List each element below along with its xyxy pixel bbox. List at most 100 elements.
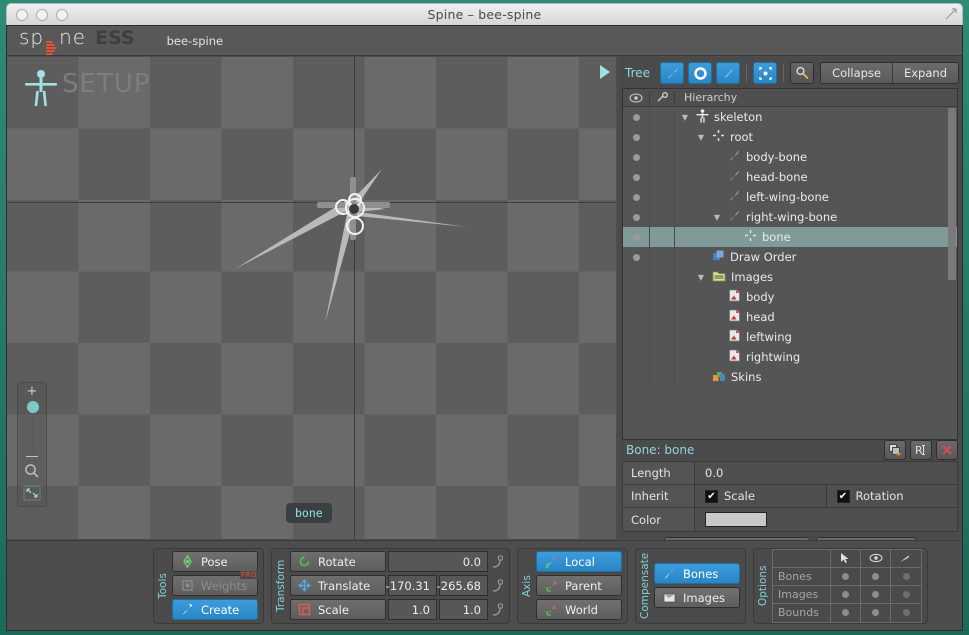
visibility-dot[interactable]: [633, 194, 640, 201]
expand-button[interactable]: Expand: [892, 63, 958, 83]
options-bones-select[interactable]: [831, 568, 861, 586]
tree-row-lock[interactable]: [649, 147, 675, 167]
tree-row-skins[interactable]: Skins: [623, 367, 957, 387]
pose-button[interactable]: Pose: [172, 551, 258, 572]
translate-x-field[interactable]: -170.31: [388, 575, 437, 596]
tree-row-images[interactable]: ▼Images: [623, 267, 957, 287]
tree-row-lock[interactable]: [649, 367, 675, 387]
options-bones-visible[interactable]: [861, 568, 891, 586]
visibility-dot[interactable]: [633, 234, 640, 241]
tree-row-lock[interactable]: [649, 287, 675, 307]
length-field[interactable]: 0.0: [695, 462, 957, 484]
axis-local-button[interactable]: Local: [536, 551, 622, 572]
twisty-down-icon[interactable]: ▼: [695, 273, 707, 282]
tree-row-right-wing-bone[interactable]: ▼right-wing-bone: [623, 207, 957, 227]
document-name[interactable]: bee-spine: [167, 34, 223, 48]
bone-gizmo[interactable]: [7, 57, 616, 539]
attachments-toggle[interactable]: [716, 62, 740, 84]
scale-label-button[interactable]: Scale: [290, 599, 386, 620]
visibility-dot[interactable]: [633, 214, 640, 221]
tree-row-visibility[interactable]: [623, 174, 649, 181]
tree-row-head[interactable]: head: [623, 307, 957, 327]
translate-y-field[interactable]: -265.68: [439, 575, 488, 596]
tree-row-visibility[interactable]: [623, 254, 649, 261]
tree-row-head-bone[interactable]: head-bone: [623, 167, 957, 187]
tree-row-lock[interactable]: [649, 247, 675, 267]
axis-world-button[interactable]: World: [536, 599, 622, 620]
tree-expand-controls[interactable]: Collapse Expand: [820, 62, 959, 84]
inherit-scale-checkbox[interactable]: ✔ Scale: [695, 485, 827, 507]
tree-row-rightwing[interactable]: rightwing: [623, 347, 957, 367]
bones-toggle[interactable]: [660, 62, 684, 84]
filter-toggle[interactable]: [790, 62, 814, 84]
editor-viewport[interactable]: SETUP: [7, 57, 616, 539]
tree-row-lock[interactable]: [649, 107, 675, 127]
viewport-zoom-rail[interactable]: + —: [17, 382, 47, 507]
tree-row-lock[interactable]: [649, 127, 675, 147]
visibility-dot[interactable]: [633, 154, 640, 161]
tree-rows-container[interactable]: ▼skeleton▼rootbody-bonehead-boneleft-win…: [623, 107, 957, 439]
twisty-down-icon[interactable]: ▼: [711, 213, 723, 222]
tree-row-visibility[interactable]: [623, 114, 649, 121]
scale-y-field[interactable]: 1.0: [439, 599, 488, 620]
tree-row-lock[interactable]: [649, 307, 675, 327]
scale-x-field[interactable]: 1.0: [388, 599, 437, 620]
tree-row-body[interactable]: body: [623, 287, 957, 307]
fit-to-view-icon[interactable]: [18, 485, 46, 501]
link-icon[interactable]: [490, 551, 504, 572]
tree-scrollbar-thumb[interactable]: [948, 108, 956, 280]
tree-row-visibility[interactable]: [623, 134, 649, 141]
tree-row-visibility[interactable]: [623, 154, 649, 161]
magnifier-icon[interactable]: [18, 463, 46, 479]
zoom-in-label[interactable]: +: [18, 384, 46, 399]
options-bounds-tag[interactable]: [891, 604, 921, 622]
compensate-images-button[interactable]: Images: [654, 587, 740, 608]
tree-row-visibility[interactable]: [623, 234, 649, 241]
options-images-tag[interactable]: [891, 586, 921, 604]
tree-row-lock[interactable]: [649, 347, 675, 367]
create-button[interactable]: Create: [172, 599, 258, 620]
weights-button[interactable]: Weights PRO: [172, 575, 258, 596]
zoom-slider-knob[interactable]: [27, 401, 39, 413]
rotate-label-button[interactable]: Rotate: [290, 551, 386, 572]
twisty-down-icon[interactable]: ▼: [679, 113, 691, 122]
tree-row-lock[interactable]: [649, 207, 675, 227]
color-swatch[interactable]: [705, 512, 767, 527]
compensate-bones-button[interactable]: Bones: [654, 563, 740, 584]
tree-row-skeleton[interactable]: ▼skeleton: [623, 107, 957, 127]
tree-list[interactable]: Hierarchy ▼skeleton▼rootbody-bonehead-bo…: [622, 88, 958, 440]
tree-row-visibility[interactable]: [623, 194, 649, 201]
tree-row-lock[interactable]: [649, 187, 675, 207]
tree-row-lock[interactable]: [649, 327, 675, 347]
tree-row-visibility[interactable]: [623, 214, 649, 221]
options-images-select[interactable]: [831, 586, 861, 604]
visibility-dot[interactable]: [633, 134, 640, 141]
tree-row-left-wing-bone[interactable]: left-wing-bone: [623, 187, 957, 207]
twisty-down-icon[interactable]: ▼: [695, 133, 707, 142]
spine-logo[interactable]: sp ne ESS: [19, 25, 135, 56]
delete-button[interactable]: [936, 440, 958, 460]
slots-toggle[interactable]: [688, 62, 712, 84]
tree-row-root[interactable]: ▼root: [623, 127, 957, 147]
options-bounds-select[interactable]: [831, 604, 861, 622]
options-images-visible[interactable]: [861, 586, 891, 604]
rename-button[interactable]: R: [910, 440, 932, 460]
visibility-dot[interactable]: [633, 174, 640, 181]
tree-row-lock[interactable]: [649, 227, 675, 247]
bounds-toggle[interactable]: [753, 62, 777, 84]
tree-row-leftwing[interactable]: leftwing: [623, 327, 957, 347]
tree-row-draw-order[interactable]: Draw Order: [623, 247, 957, 267]
tree-row-body-bone[interactable]: body-bone: [623, 147, 957, 167]
tree-row-lock[interactable]: [649, 267, 675, 287]
zoom-out-label[interactable]: —: [18, 449, 46, 464]
inherit-rotation-checkbox[interactable]: ✔ Rotation: [827, 485, 958, 507]
tree-row-bone[interactable]: bone: [623, 227, 957, 247]
resize-handle-icon[interactable]: [945, 8, 957, 20]
visibility-dot[interactable]: [633, 114, 640, 121]
link-icon[interactable]: [490, 575, 504, 596]
link-icon[interactable]: [490, 599, 504, 620]
duplicate-button[interactable]: [884, 440, 906, 460]
rotate-value-field[interactable]: 0.0: [388, 551, 488, 572]
tree-row-lock[interactable]: [649, 167, 675, 187]
options-bounds-visible[interactable]: [861, 604, 891, 622]
